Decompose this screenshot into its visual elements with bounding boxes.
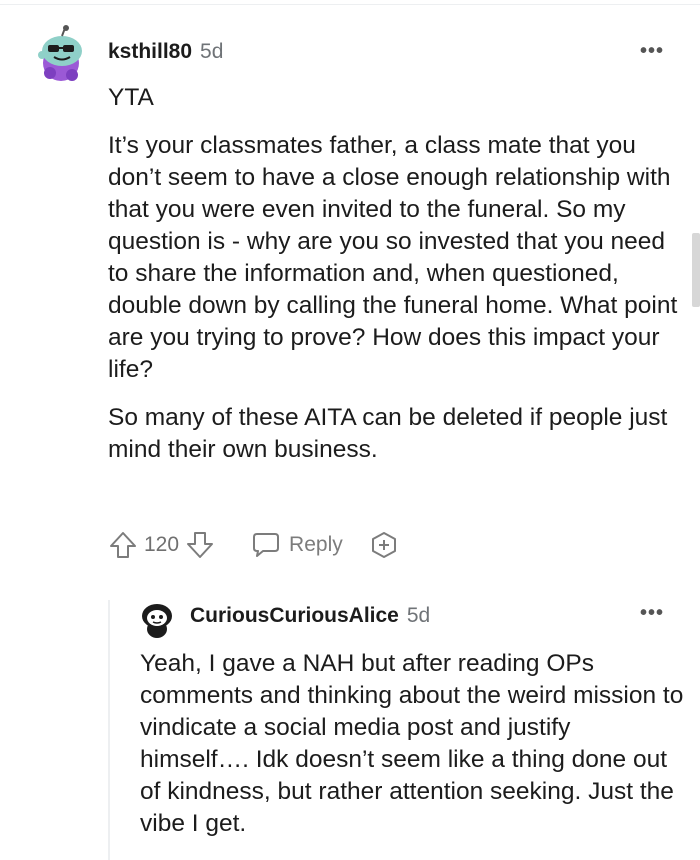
- comment-username[interactable]: ksthill80: [108, 40, 192, 63]
- scrollbar[interactable]: [692, 233, 700, 307]
- more-options-icon[interactable]: •••: [640, 602, 664, 625]
- comment-actions: 120 Reply: [108, 528, 399, 562]
- comment-paragraph: It’s your classmates father, a class mat…: [108, 132, 678, 383]
- downvote-icon[interactable]: [185, 530, 215, 560]
- reply-user-avatar[interactable]: [140, 600, 174, 638]
- reply-age: 5d: [406, 604, 431, 627]
- thread-line[interactable]: [108, 600, 110, 860]
- comment-bubble-icon: [253, 533, 280, 557]
- comment-paragraph: So many of these AITA can be deleted if …: [108, 404, 668, 463]
- vote-score: 120: [144, 533, 180, 556]
- award-icon[interactable]: [369, 530, 399, 560]
- more-options-icon[interactable]: •••: [640, 40, 664, 63]
- reply-header: CuriousCuriousAlice 5d: [190, 604, 430, 628]
- upvote-icon[interactable]: [108, 530, 138, 560]
- reply-button[interactable]: Reply: [251, 531, 343, 559]
- reply-username[interactable]: CuriousCuriousAlice: [190, 604, 399, 627]
- comment-age: 5d: [200, 40, 224, 63]
- comment-body: YTA It’s your classmates father, a class…: [108, 82, 683, 482]
- snoo-avatar-icon: [38, 25, 82, 81]
- reply-body: Yeah, I gave a NAH but after reading OPs…: [140, 650, 684, 837]
- top-divider: [0, 4, 700, 5]
- comment-paragraph: YTA: [108, 84, 154, 111]
- reply-label: Reply: [289, 533, 343, 556]
- snoo-avatar-icon: [142, 604, 172, 638]
- user-avatar[interactable]: [36, 25, 86, 83]
- comment-header: ksthill80 5d: [108, 40, 223, 64]
